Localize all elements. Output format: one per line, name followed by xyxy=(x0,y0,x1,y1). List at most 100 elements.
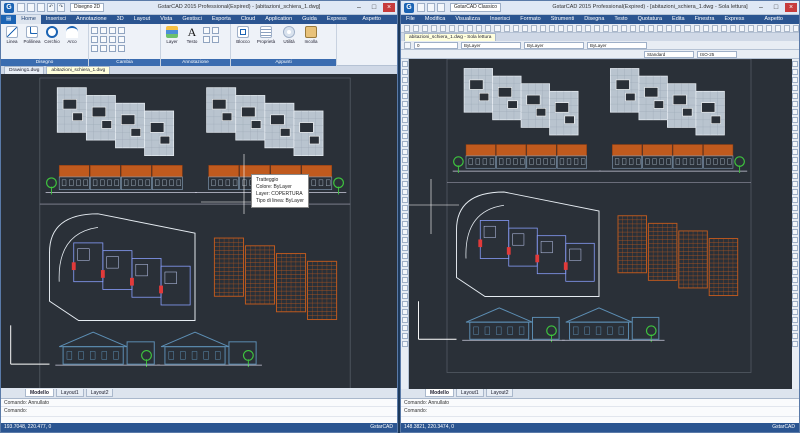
utilita-button[interactable]: Utilità xyxy=(279,26,299,44)
fillet-icon[interactable] xyxy=(109,36,116,43)
toolbar-button-icon[interactable] xyxy=(783,24,791,32)
tool-button-icon[interactable] xyxy=(792,285,798,291)
menu-finestra[interactable]: Finestra xyxy=(690,15,720,24)
new-icon[interactable] xyxy=(417,3,425,12)
erase-icon[interactable] xyxy=(118,27,125,34)
doc-tab-abitazioni[interactable]: abitazioni_schiera_1.dwg - Sola lettura xyxy=(404,33,497,41)
menu-express[interactable]: Express xyxy=(719,15,749,24)
toolbar-button-icon[interactable] xyxy=(657,24,664,32)
tool-button-icon[interactable] xyxy=(792,333,798,339)
polilinea-button[interactable]: Polilinea xyxy=(23,26,41,44)
maximize-icon[interactable]: □ xyxy=(770,3,782,12)
tool-button-icon[interactable] xyxy=(402,205,408,211)
tool-button-icon[interactable] xyxy=(402,221,408,227)
tool-button-icon[interactable] xyxy=(402,261,408,267)
stretch-icon[interactable] xyxy=(91,45,98,52)
tool-button-icon[interactable] xyxy=(792,85,798,91)
save-icon[interactable] xyxy=(437,3,445,12)
rotate-icon[interactable] xyxy=(100,27,107,34)
tool-button-icon[interactable] xyxy=(792,221,798,227)
toolbar-button-icon[interactable] xyxy=(521,24,528,32)
tab-modello[interactable]: Modello xyxy=(25,389,54,397)
tool-button-icon[interactable] xyxy=(402,77,408,83)
toolbar-button-icon[interactable] xyxy=(404,24,411,32)
menu-strumenti[interactable]: Strumenti xyxy=(546,15,580,24)
toolbar-button-icon[interactable] xyxy=(675,24,682,32)
toolbar-button-icon[interactable] xyxy=(557,24,564,32)
tab-layout2[interactable]: Layout2 xyxy=(85,389,114,397)
menu-file[interactable]: File xyxy=(401,15,420,24)
toolbar-button-icon[interactable] xyxy=(566,24,573,32)
trim-icon[interactable] xyxy=(109,27,116,34)
drawing-canvas[interactable]: Tratteggio Colore: ByLayer Layer: COPERT… xyxy=(1,74,397,388)
menu-formato[interactable]: Formato xyxy=(515,15,545,24)
testo-button[interactable]: A Testo xyxy=(183,26,201,44)
dim-style-select[interactable]: ISO-25 xyxy=(697,50,737,58)
cerchio-button[interactable]: Cerchio xyxy=(43,26,61,44)
toolbar-button-icon[interactable] xyxy=(458,24,465,32)
toolbar-button-icon[interactable] xyxy=(765,24,772,32)
ribbon-tab-3d[interactable]: 3D xyxy=(112,15,129,24)
aspetto-menu[interactable]: Aspetto xyxy=(764,16,783,22)
tool-button-icon[interactable] xyxy=(792,309,798,315)
tool-button-icon[interactable] xyxy=(792,165,798,171)
tool-button-icon[interactable] xyxy=(402,293,408,299)
toolbar-button-icon[interactable] xyxy=(702,24,709,32)
doc-tab-abitazioni[interactable]: abitazioni_schiera_1.dwg xyxy=(46,66,111,74)
ribbon-tab-vista[interactable]: Vista xyxy=(155,15,177,24)
group-label-annotazione[interactable]: Annotazione xyxy=(161,59,230,66)
maximize-icon[interactable]: □ xyxy=(368,3,380,12)
command-input[interactable]: Comando: xyxy=(401,407,799,417)
tool-button-icon[interactable] xyxy=(402,141,408,147)
tool-button-icon[interactable] xyxy=(402,213,408,219)
tool-button-icon[interactable] xyxy=(402,333,408,339)
tab-layout1[interactable]: Layout1 xyxy=(455,389,484,397)
tool-button-icon[interactable] xyxy=(402,69,408,75)
toolbar-button-icon[interactable] xyxy=(449,24,456,32)
tool-button-icon[interactable] xyxy=(792,125,798,131)
menu-testo[interactable]: Testo xyxy=(609,15,632,24)
tool-button-icon[interactable] xyxy=(792,205,798,211)
toolbar-button-icon[interactable] xyxy=(530,24,537,32)
toolbar-button-icon[interactable] xyxy=(648,24,655,32)
toolbar-button-icon[interactable] xyxy=(593,24,601,32)
toolbar-button-icon[interactable] xyxy=(747,24,754,32)
tool-button-icon[interactable] xyxy=(402,149,408,155)
tool-button-icon[interactable] xyxy=(402,117,408,123)
tool-button-icon[interactable] xyxy=(792,93,798,99)
app-logo-icon[interactable]: G xyxy=(4,3,14,13)
ribbon-tab-cloud[interactable]: Cloud xyxy=(236,15,260,24)
tab-modello[interactable]: Modello xyxy=(425,389,454,397)
toolbar-button-icon[interactable] xyxy=(630,24,637,32)
ribbon-tab-guida[interactable]: Guida xyxy=(297,15,322,24)
menu-disegna[interactable]: Disegna xyxy=(579,15,609,24)
toolbar-button-icon[interactable] xyxy=(711,24,718,32)
app-logo-icon[interactable]: G xyxy=(404,3,414,13)
menu-visualizza[interactable]: Visualizza xyxy=(450,15,485,24)
proprieta-button[interactable]: Proprietà xyxy=(255,26,277,44)
toolbar-button-icon[interactable] xyxy=(756,24,763,32)
toolbar-button-icon[interactable] xyxy=(603,24,610,32)
undo-icon[interactable]: ↶ xyxy=(47,3,55,12)
tool-button-icon[interactable] xyxy=(792,77,798,83)
file-menu-button[interactable]: ▤ xyxy=(1,15,17,24)
tool-button-icon[interactable] xyxy=(402,189,408,195)
layer-button[interactable]: Layer xyxy=(163,26,181,44)
tool-button-icon[interactable] xyxy=(792,149,798,155)
toolbar-button-icon[interactable] xyxy=(720,24,727,32)
explode-icon[interactable] xyxy=(118,36,125,43)
workspace-select[interactable]: GstarCAD Classico xyxy=(450,3,502,12)
toolbar-button-icon[interactable] xyxy=(485,24,492,32)
doc-tab-drawing1[interactable]: Drawing1.dwg xyxy=(4,66,45,74)
tool-button-icon[interactable] xyxy=(792,261,798,267)
tool-button-icon[interactable] xyxy=(402,109,408,115)
linetype-select[interactable]: ByLayer xyxy=(524,41,584,49)
copy-icon[interactable] xyxy=(91,36,98,43)
tool-button-icon[interactable] xyxy=(402,325,408,331)
group-label-cambia[interactable]: Cambia xyxy=(89,59,160,66)
ribbon-tab-express[interactable]: Express xyxy=(322,15,352,24)
toolbar-button-icon[interactable] xyxy=(639,24,646,32)
tool-button-icon[interactable] xyxy=(792,341,798,347)
move-icon[interactable] xyxy=(91,27,98,34)
tool-button-icon[interactable] xyxy=(402,237,408,243)
